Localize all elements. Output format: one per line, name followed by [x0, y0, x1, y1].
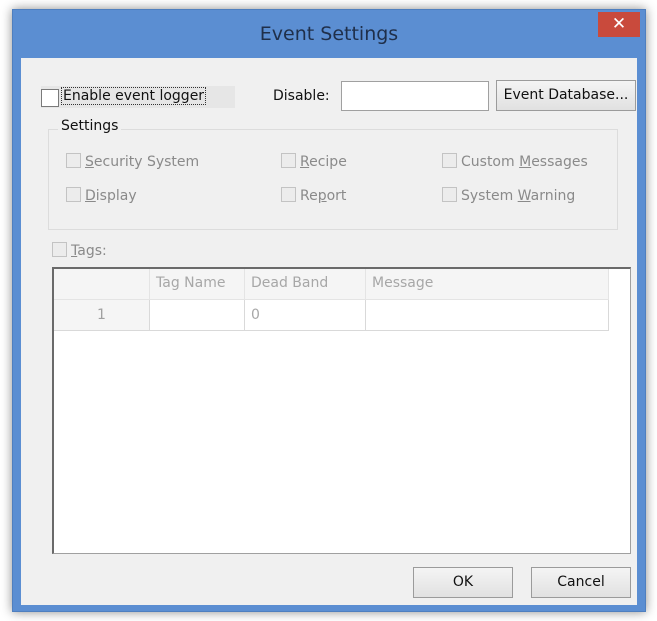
- recipe-label-access-key: R: [300, 154, 310, 170]
- event-database-button[interactable]: Event Database...: [496, 80, 636, 111]
- disable-label: Disable:: [273, 88, 330, 104]
- title-bar[interactable]: Event Settings ✕: [13, 10, 645, 58]
- display-label: isplay: [95, 188, 137, 204]
- disable-input[interactable]: [341, 81, 489, 111]
- report-label-pre: Re: [300, 188, 318, 204]
- security-system-label-access-key: S: [85, 154, 94, 170]
- ok-button[interactable]: OK: [413, 567, 513, 598]
- cancel-button[interactable]: Cancel: [531, 567, 631, 598]
- event-settings-dialog: Event Settings ✕ Enable event logger Dis…: [12, 9, 646, 612]
- tags-box[interactable]: [52, 242, 67, 257]
- report-checkbox[interactable]: Report: [281, 187, 347, 204]
- report-box[interactable]: [281, 187, 296, 202]
- tag-name-cell[interactable]: [150, 300, 245, 331]
- report-label: ort: [326, 188, 347, 204]
- security-system-label: ecurity System: [93, 154, 200, 170]
- system-warning-box[interactable]: [442, 187, 457, 202]
- window-title: Event Settings: [259, 23, 399, 45]
- close-button[interactable]: ✕: [598, 12, 640, 37]
- dead-band-cell[interactable]: 0: [245, 300, 366, 331]
- enable-event-logger-checkbox[interactable]: Enable event logger: [41, 86, 235, 108]
- recipe-checkbox[interactable]: Recipe: [281, 153, 347, 170]
- custom-messages-box[interactable]: [442, 153, 457, 168]
- system-warning-label: arning: [530, 188, 576, 204]
- custom-messages-label-pre: Custom: [461, 154, 520, 170]
- display-checkbox[interactable]: Display: [66, 187, 137, 204]
- grid-corner-header: [54, 269, 150, 300]
- row-header-1[interactable]: 1: [54, 300, 150, 331]
- system-warning-checkbox[interactable]: System Warning: [442, 187, 576, 204]
- message-cell[interactable]: [366, 300, 609, 331]
- recipe-label: ecipe: [309, 154, 347, 170]
- tags-label: ags:: [77, 243, 107, 259]
- enable-event-logger-box[interactable]: [41, 89, 59, 107]
- recipe-box[interactable]: [281, 153, 296, 168]
- display-box[interactable]: [66, 187, 81, 202]
- settings-legend: Settings: [58, 118, 122, 134]
- tags-checkbox[interactable]: Tags:: [52, 242, 107, 259]
- close-icon: ✕: [611, 14, 627, 34]
- enable-event-logger-label: Enable event logger: [60, 87, 207, 105]
- settings-groupbox: [48, 129, 618, 230]
- security-system-checkbox[interactable]: Security System: [66, 153, 200, 170]
- dead-band-column-header[interactable]: Dead Band: [245, 269, 366, 300]
- custom-messages-checkbox[interactable]: Custom Messages: [442, 153, 588, 170]
- tags-grid[interactable]: Tag Name Dead Band Message 1 0: [52, 267, 631, 554]
- display-label-access-key: D: [85, 188, 96, 204]
- tag-name-column-header[interactable]: Tag Name: [150, 269, 245, 300]
- system-warning-label-access-key: W: [517, 188, 531, 204]
- dialog-client-area: Enable event logger Disable: Event Datab…: [21, 58, 637, 605]
- security-system-box[interactable]: [66, 153, 81, 168]
- message-column-header[interactable]: Message: [366, 269, 609, 300]
- report-label-access-key: p: [317, 188, 327, 204]
- system-warning-label-pre: System: [461, 188, 518, 204]
- custom-messages-label-access-key: M: [519, 154, 532, 170]
- custom-messages-label: essages: [531, 154, 588, 170]
